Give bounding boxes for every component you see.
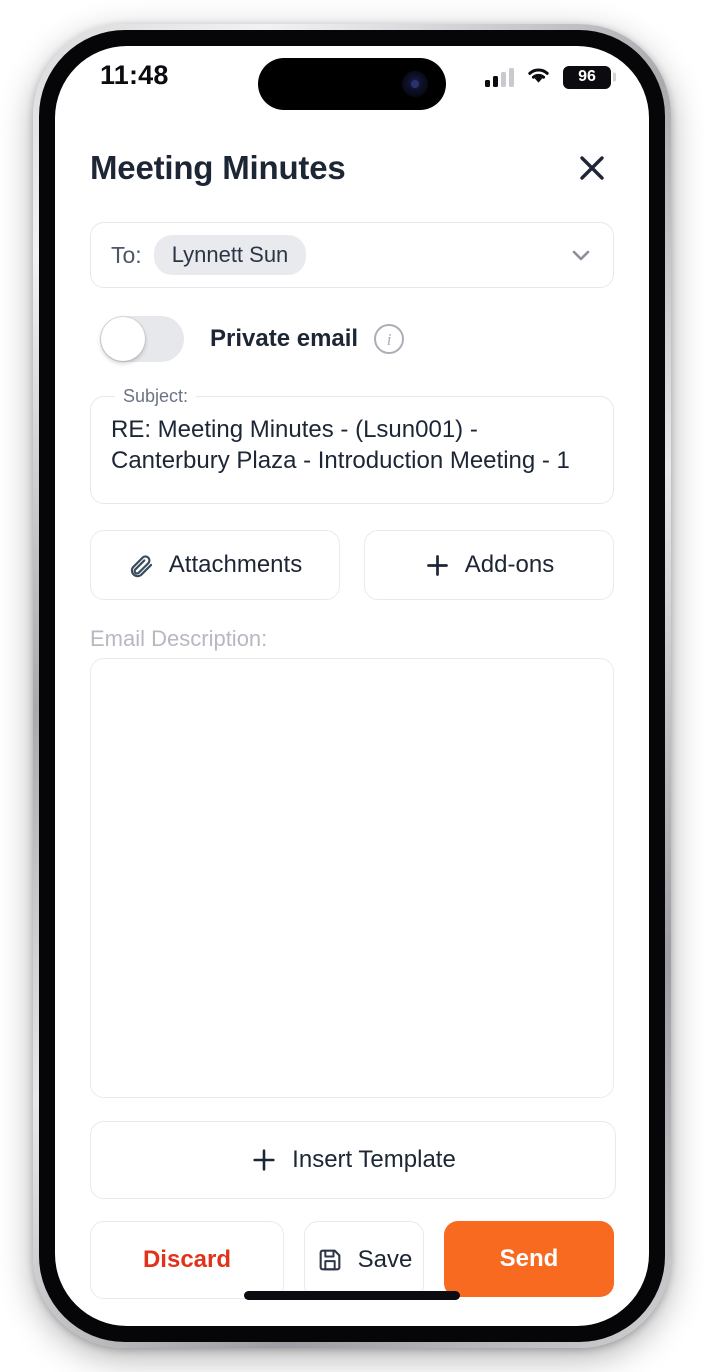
status-time: 11:48 bbox=[100, 60, 169, 91]
plus-icon bbox=[424, 552, 451, 579]
status-indicators: 96 bbox=[485, 64, 611, 90]
battery-level-text: 96 bbox=[578, 68, 596, 86]
discard-button[interactable]: Discard bbox=[90, 1221, 284, 1299]
info-icon-glyph: i bbox=[387, 331, 392, 348]
subject-value[interactable]: RE: Meeting Minutes - (Lsun001) - Canter… bbox=[111, 413, 593, 476]
subject-label: Subject: bbox=[115, 386, 196, 407]
to-field[interactable]: To: Lynnett Sun bbox=[90, 222, 614, 288]
attachment-actions-row: Attachments Add-ons bbox=[90, 530, 614, 600]
addons-label: Add-ons bbox=[465, 551, 554, 579]
insert-template-label: Insert Template bbox=[292, 1146, 456, 1174]
send-label: Send bbox=[500, 1245, 559, 1273]
chevron-down-icon bbox=[567, 241, 595, 269]
subject-field[interactable]: Subject: RE: Meeting Minutes - (Lsun001)… bbox=[90, 386, 614, 504]
send-button[interactable]: Send bbox=[444, 1221, 614, 1297]
save-button[interactable]: Save bbox=[304, 1221, 424, 1299]
private-email-label: Private email bbox=[210, 325, 358, 353]
dynamic-island bbox=[258, 58, 446, 110]
compose-email-screen: Meeting Minutes To: Lynnett Sun bbox=[55, 120, 649, 1326]
status-bar: 11:48 96 bbox=[55, 46, 649, 120]
addons-button[interactable]: Add-ons bbox=[364, 530, 614, 600]
toggle-knob bbox=[101, 317, 145, 361]
home-indicator[interactable] bbox=[244, 1291, 460, 1300]
close-button[interactable] bbox=[570, 146, 614, 190]
front-camera-icon bbox=[402, 71, 428, 97]
email-description-label: Email Description: bbox=[90, 626, 614, 652]
phone-screen: 11:48 96 bbox=[55, 46, 649, 1326]
phone-frame: 11:48 96 bbox=[33, 24, 671, 1348]
recipient-chip[interactable]: Lynnett Sun bbox=[154, 235, 307, 275]
paperclip-icon bbox=[128, 552, 155, 579]
cellular-bars-icon bbox=[485, 67, 514, 87]
wifi-icon bbox=[525, 64, 552, 90]
footer-actions: Discard Save Send bbox=[90, 1221, 614, 1299]
insert-template-button[interactable]: Insert Template bbox=[90, 1121, 616, 1199]
plus-icon bbox=[250, 1146, 278, 1174]
app-header: Meeting Minutes bbox=[90, 120, 614, 204]
close-icon bbox=[577, 153, 607, 183]
email-description-input[interactable] bbox=[90, 658, 614, 1098]
info-icon[interactable]: i bbox=[374, 324, 404, 354]
floppy-disk-icon bbox=[316, 1246, 344, 1274]
private-email-row: Private email i bbox=[90, 316, 614, 362]
to-label: To: bbox=[111, 242, 142, 269]
battery-icon: 96 bbox=[563, 66, 611, 89]
attachments-label: Attachments bbox=[169, 551, 302, 579]
phone-bezel: 11:48 96 bbox=[39, 30, 665, 1342]
page-title: Meeting Minutes bbox=[90, 149, 346, 187]
private-email-toggle[interactable] bbox=[100, 316, 184, 362]
attachments-button[interactable]: Attachments bbox=[90, 530, 340, 600]
discard-label: Discard bbox=[143, 1246, 231, 1274]
save-label: Save bbox=[358, 1246, 413, 1274]
to-field-expand-button[interactable] bbox=[567, 241, 595, 269]
